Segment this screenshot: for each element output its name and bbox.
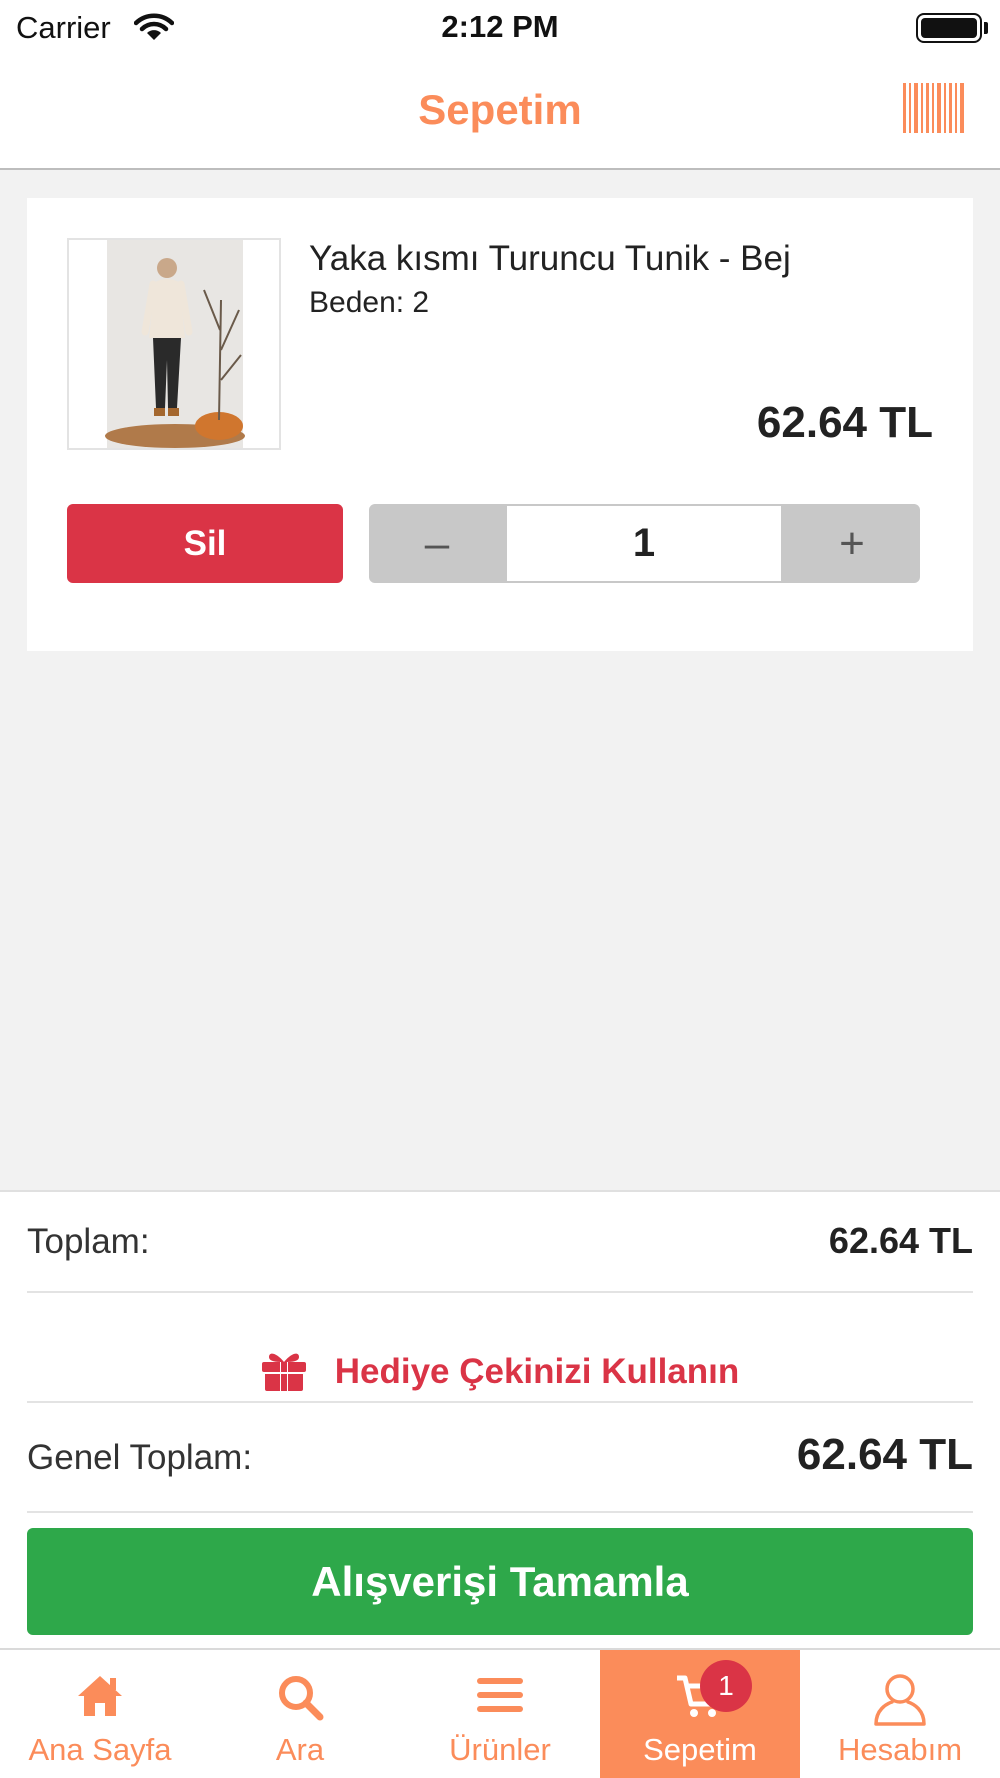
tab-products-label: Ürünler [449, 1732, 551, 1767]
divider [27, 1401, 973, 1403]
divider [27, 1511, 973, 1513]
tab-cart-label: Sepetim [643, 1732, 757, 1767]
menu-icon [400, 1672, 600, 1724]
tab-search[interactable]: Ara [200, 1650, 400, 1778]
home-icon [0, 1672, 200, 1724]
grand-total-label: Genel Toplam: [27, 1438, 253, 1477]
gift-icon [261, 1349, 307, 1396]
order-summary: Toplam: 62.64 TL Hediye Çekinizi Kullanı… [0, 1190, 1000, 1650]
battery-icon [916, 13, 982, 43]
product-image[interactable] [67, 238, 281, 450]
tab-bar: Ana Sayfa Ara Ürünler 1 Sepetim Hesabım [0, 1648, 1000, 1778]
subtotal-value: 62.64 TL [828, 1220, 973, 1261]
gift-voucher-button[interactable]: Hediye Çekinizi Kullanın [0, 1322, 1000, 1422]
tab-account[interactable]: Hesabım [800, 1650, 1000, 1778]
quantity-field[interactable]: 1 [507, 506, 781, 581]
gift-voucher-label: Hediye Çekinizi Kullanın [334, 1352, 740, 1391]
quantity-stepper: – 1 + [369, 504, 920, 583]
increase-quantity-button[interactable]: + [784, 504, 920, 583]
tab-home[interactable]: Ana Sayfa [0, 1650, 200, 1778]
page-title: Sepetim [418, 86, 582, 133]
status-bar: Carrier 2:12 PM [0, 0, 1000, 56]
cart-badge: 1 [700, 1660, 752, 1712]
tab-cart[interactable]: 1 Sepetim [600, 1650, 800, 1778]
clock: 2:12 PM [441, 9, 559, 44]
user-icon [800, 1672, 1000, 1726]
barcode-icon[interactable] [902, 83, 966, 133]
tab-home-label: Ana Sayfa [28, 1732, 172, 1767]
tab-search-label: Ara [275, 1732, 325, 1767]
battery-tip [984, 22, 988, 34]
decrease-quantity-button[interactable]: – [369, 504, 505, 583]
checkout-button[interactable]: Alışverişi Tamamla [27, 1528, 973, 1635]
tab-account-label: Hesabım [837, 1732, 963, 1767]
product-price: 62.64 TL [756, 398, 933, 447]
grand-total-value: 62.64 TL [796, 1430, 973, 1479]
tab-products[interactable]: Ürünler [400, 1650, 600, 1778]
product-name[interactable]: Yaka kısmı Turuncu Tunik - Bej [309, 239, 791, 279]
cart-item: Yaka kısmı Turuncu Tunik - Bej Beden: 2 … [27, 198, 973, 651]
divider [27, 1291, 973, 1293]
delete-button[interactable]: Sil [67, 504, 343, 583]
product-size: Beden: 2 [309, 286, 430, 319]
search-icon [200, 1672, 400, 1724]
subtotal-label: Toplam: [27, 1222, 150, 1261]
nav-bar: Sepetim [0, 56, 1000, 170]
